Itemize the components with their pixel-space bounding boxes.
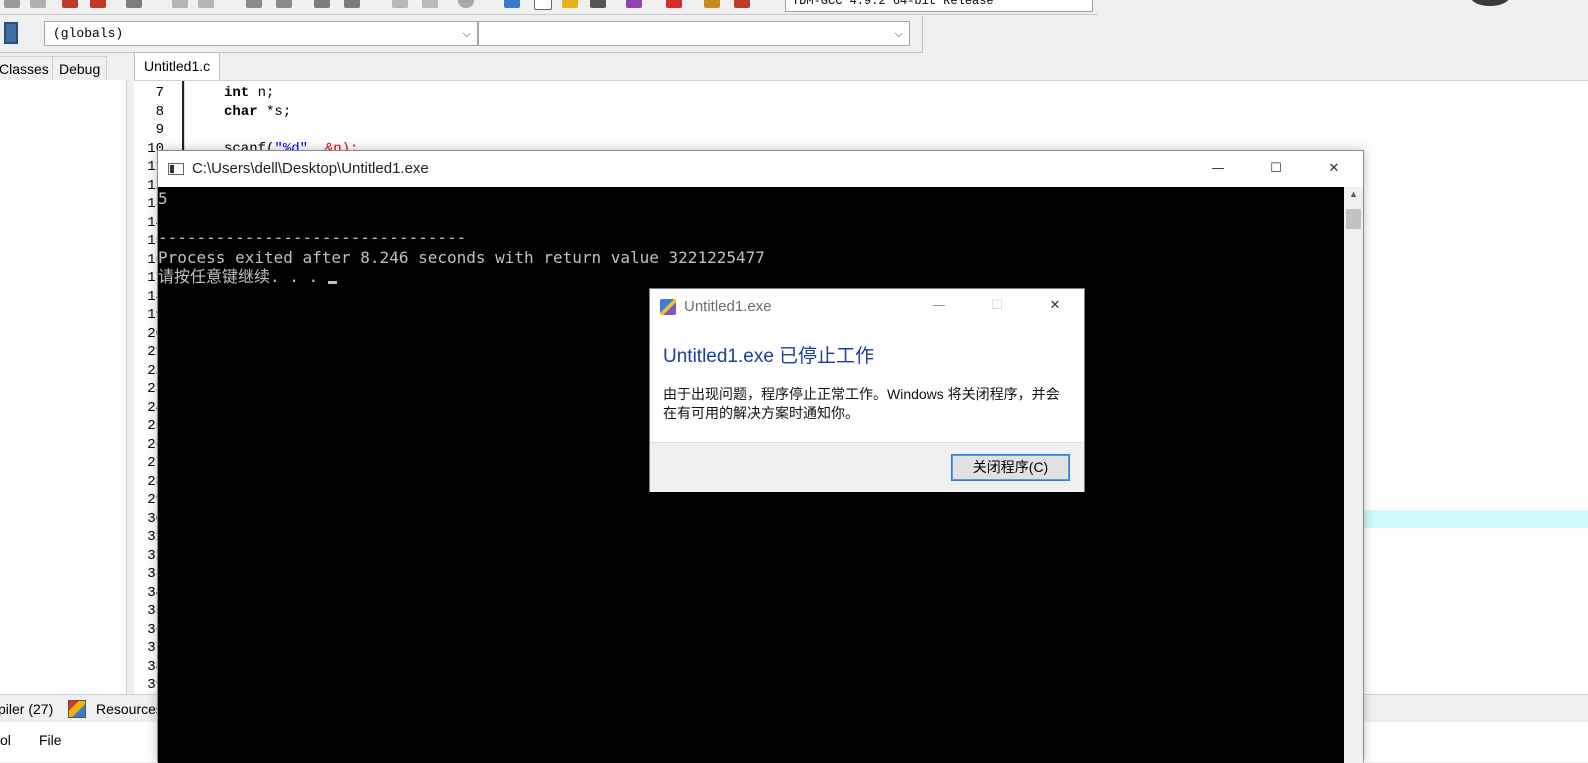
dialog-message: 由于出现问题，程序停止正常工作。Windows 将关闭程序，并会在有可用的解决方… — [663, 386, 1060, 421]
unindent-icon[interactable] — [422, 0, 438, 8]
compile-run-icon[interactable] — [562, 0, 578, 8]
class-toolbar: (globals) ⌵ ⌵ — [0, 16, 923, 53]
redo-icon[interactable] — [198, 0, 214, 8]
code-line: char *s; — [224, 104, 292, 120]
column-header-line[interactable]: ol — [0, 732, 11, 748]
main-toolbar: TDM-GCC 4.9.2 64-bit Release — [0, 0, 1098, 15]
console-title: C:\Users\dell\Desktop\Untitled1.exe — [192, 160, 429, 177]
chevron-down-icon: ⌵ — [462, 27, 471, 40]
dialog-heading: Untitled1.exe 已停止工作 — [663, 346, 875, 367]
console-line: ​ — [158, 209, 1344, 229]
toggle-comment-icon[interactable] — [458, 0, 474, 8]
console-line: 5 — [158, 189, 168, 208]
close-file-icon[interactable] — [62, 0, 78, 8]
maximize-button: ☐ — [991, 298, 1003, 313]
dialog-title: Untitled1.exe — [684, 298, 772, 315]
chevron-down-icon: ⌵ — [894, 27, 903, 40]
error-dialog: Untitled1.exe — ☐ ✕ Untitled1.exe 已停止工作 … — [649, 288, 1085, 492]
code-rest: *s; — [257, 104, 292, 120]
check-syntax-icon[interactable] — [626, 0, 642, 8]
close-program-button[interactable]: 关闭程序(C) — [951, 454, 1070, 481]
tab-resources[interactable]: Resources — [96, 697, 163, 721]
app-icon — [660, 299, 676, 315]
console-line: -------------------------------- — [158, 228, 467, 247]
current-line-highlight — [1364, 510, 1588, 528]
goto-icon[interactable] — [314, 0, 330, 8]
run-icon[interactable] — [534, 0, 552, 10]
console-scrollbar[interactable]: ▲ — [1344, 187, 1363, 763]
scroll-thumb[interactable] — [1346, 209, 1361, 229]
tab-untitled1[interactable]: Untitled1.c — [134, 52, 221, 81]
undo-icon[interactable] — [172, 0, 188, 8]
console-icon — [168, 163, 184, 175]
tab-classes[interactable]: Classes — [0, 56, 56, 81]
member-combo[interactable]: ⌵ — [478, 21, 910, 46]
code-line: int n; — [224, 85, 275, 101]
avatar — [1470, 0, 1510, 6]
find-icon[interactable] — [246, 0, 262, 8]
close-all-icon[interactable] — [90, 0, 106, 8]
globals-combo-value: (globals) — [53, 26, 124, 41]
code-rest: n; — [249, 85, 275, 101]
compile-icon[interactable] — [504, 0, 520, 8]
console-prompt-text: 请按任意键继续. . . — [158, 267, 328, 286]
scroll-up-icon[interactable]: ▲ — [1344, 189, 1363, 199]
class-browser-panel — [0, 80, 127, 702]
class-browser-icon[interactable] — [4, 22, 18, 44]
console-titlebar[interactable]: C:\Users\dell\Desktop\Untitled1.exe — ☐ … — [158, 151, 1363, 187]
stop-execution-icon[interactable] — [666, 0, 682, 8]
close-button[interactable]: ✕ — [1306, 151, 1362, 187]
line-number: 8 — [155, 103, 164, 120]
dialog-titlebar[interactable]: Untitled1.exe — ☐ ✕ — [650, 289, 1084, 323]
dialog-footer: 关闭程序(C) — [650, 442, 1084, 492]
delete-profile-icon[interactable] — [734, 0, 750, 8]
console-line: Process exited after 8.246 seconds with … — [158, 247, 765, 267]
line-number: 9 — [155, 122, 164, 138]
resources-icon — [68, 700, 86, 718]
text-cursor — [327, 281, 337, 284]
minimize-button[interactable]: — — [1190, 151, 1246, 187]
globals-combo[interactable]: (globals) ⌵ — [44, 21, 478, 46]
close-button[interactable]: ✕ — [1026, 289, 1084, 323]
bookmark-icon[interactable] — [344, 0, 360, 8]
print-icon[interactable] — [126, 0, 142, 8]
maximize-button[interactable]: ☐ — [1248, 151, 1304, 187]
compiler-select-label: TDM-GCC 4.9.2 64-bit Release — [792, 0, 994, 8]
save-all-icon[interactable] — [30, 0, 46, 8]
column-header-file[interactable]: File — [39, 732, 62, 748]
rebuild-icon[interactable] — [590, 0, 606, 8]
indent-icon[interactable] — [392, 0, 408, 8]
tab-debug[interactable]: Debug — [52, 56, 108, 81]
line-number: 7 — [155, 85, 164, 101]
replace-icon[interactable] — [276, 0, 292, 8]
fold-marker — [182, 81, 184, 161]
tab-compiler[interactable]: piler (27) — [0, 697, 53, 721]
save-icon[interactable] — [4, 0, 20, 8]
console-line-prompt: 请按任意键继续. . . — [158, 267, 1344, 287]
minimize-button[interactable]: — — [910, 289, 968, 323]
compiler-select[interactable]: TDM-GCC 4.9.2 64-bit Release — [785, 0, 1093, 12]
profile-icon[interactable] — [704, 0, 720, 8]
